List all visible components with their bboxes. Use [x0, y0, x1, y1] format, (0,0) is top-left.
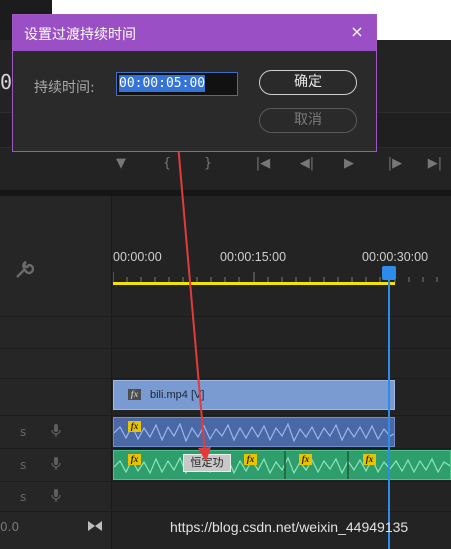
duration-value[interactable]: 00:00:05:00	[119, 75, 206, 92]
track-row-v2	[0, 348, 451, 378]
bowtie-icon[interactable]	[88, 521, 102, 531]
step-forward-icon[interactable]: |▶	[384, 152, 406, 176]
solo-button[interactable]: s	[20, 425, 26, 439]
playhead-handle[interactable]	[382, 266, 396, 280]
track-row-a3: s	[0, 481, 451, 511]
mark-out-icon[interactable]: }	[197, 152, 219, 176]
fx-badge[interactable]: fx	[244, 454, 257, 465]
solo-button[interactable]: s	[20, 458, 26, 472]
playhead-line[interactable]	[388, 276, 390, 549]
mic-icon[interactable]	[51, 424, 61, 438]
ruler-label-15: 00:00:15:00	[220, 250, 287, 264]
transport-controls: ▼ { } |◀ ◀| ▶ |▶ ▶|	[0, 152, 451, 178]
solo-button[interactable]: s	[20, 490, 26, 504]
fx-badge[interactable]: fx	[363, 454, 376, 465]
video-clip[interactable]: fx bili.mp4 [V]	[113, 380, 395, 410]
mark-in-icon[interactable]: {	[156, 152, 178, 176]
duration-input[interactable]: 00:00:05:00	[116, 72, 238, 96]
audio-clip-2[interactable]: fx fx fx fx	[113, 450, 451, 480]
mic-icon[interactable]	[51, 489, 61, 503]
track-row-v3	[0, 316, 451, 348]
ruler-label-30: 00:00:30:00	[362, 250, 429, 264]
audio-waveform	[114, 451, 450, 479]
step-back-icon[interactable]: ◀|	[296, 152, 318, 176]
video-clip-label: bili.mp4 [V]	[150, 389, 205, 401]
wrench-icon[interactable]	[14, 260, 34, 280]
master-volume-value[interactable]: 0.0	[0, 520, 19, 534]
work-area-bar[interactable]	[113, 282, 395, 285]
fx-badge[interactable]: fx	[128, 389, 141, 400]
go-to-out-icon[interactable]: ▶|	[424, 152, 446, 176]
mic-icon[interactable]	[51, 457, 61, 471]
fx-badge[interactable]: fx	[128, 421, 141, 432]
ruler-label-0: 00:00:00	[113, 250, 162, 264]
transition-duration-dialog: 设置过渡持续时间 × 持续时间: 00:00:05:00 确定 取消	[12, 14, 377, 152]
audio-waveform	[114, 422, 394, 443]
duration-label: 持续时间:	[34, 80, 95, 96]
ruler-ticks	[113, 272, 438, 282]
timeline-panel: 00:00:00 00:00:15:00 00:00:30:00 s s s 0…	[0, 196, 451, 549]
fx-badge[interactable]: fx	[128, 454, 141, 465]
dialog-title: 设置过渡持续时间	[24, 27, 136, 43]
transition-constant-power[interactable]: 恒定功	[183, 454, 231, 472]
cancel-button[interactable]: 取消	[259, 108, 357, 133]
play-icon[interactable]: ▶	[338, 152, 360, 176]
dialog-titlebar[interactable]: 设置过渡持续时间 ×	[13, 15, 376, 51]
audio-clip-1[interactable]: fx	[113, 417, 395, 447]
close-icon[interactable]: ×	[346, 21, 368, 43]
fx-badge[interactable]: fx	[299, 454, 312, 465]
watermark: https://blog.csdn.net/weixin_44949135	[170, 519, 409, 535]
marker-icon[interactable]: ▼	[110, 152, 132, 176]
ok-button[interactable]: 确定	[259, 70, 357, 95]
go-to-in-icon[interactable]: |◀	[252, 152, 274, 176]
